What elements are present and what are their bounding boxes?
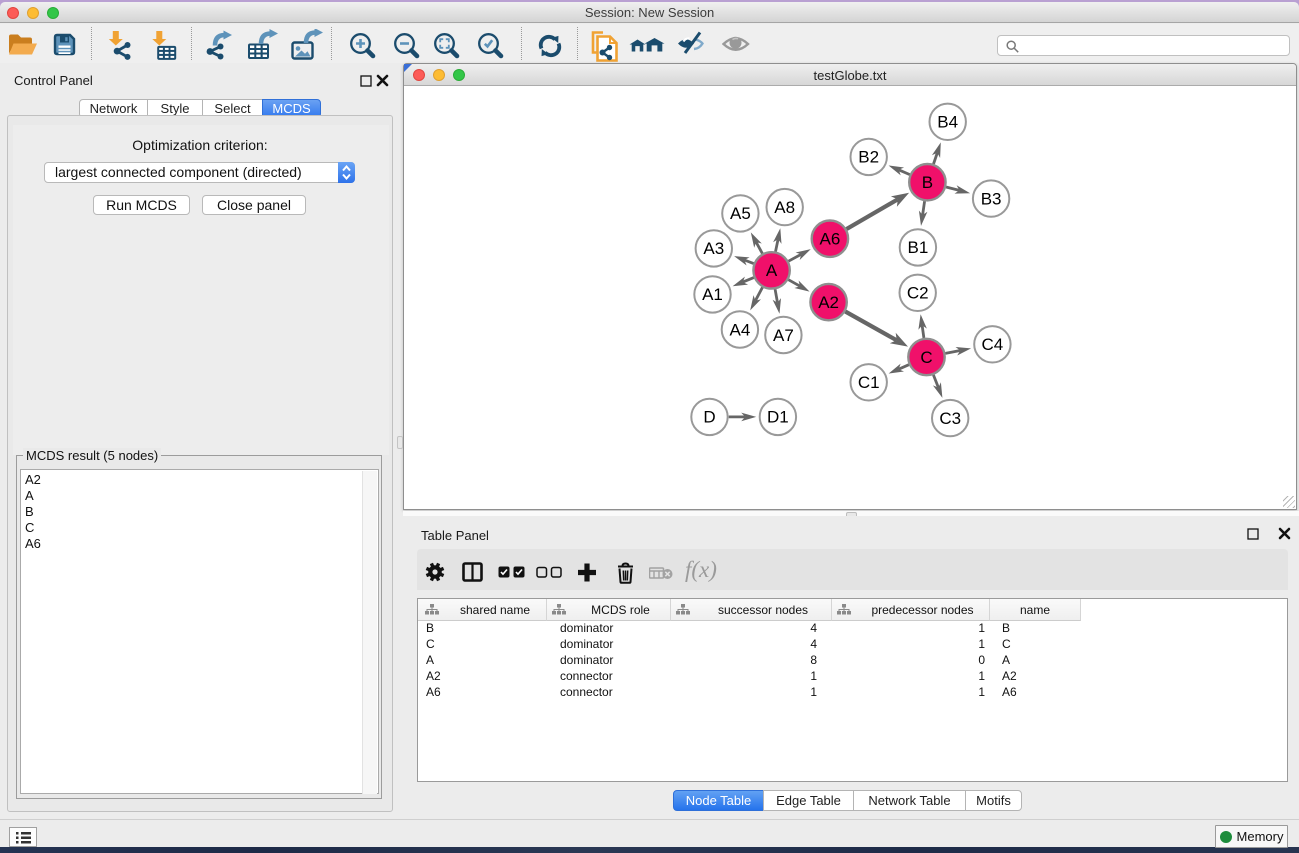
svg-text:A3: A3: [703, 239, 724, 258]
svg-text:A: A: [766, 261, 778, 280]
svg-text:B3: B3: [981, 189, 1002, 208]
svg-text:A1: A1: [702, 285, 723, 304]
svg-text:D: D: [703, 408, 715, 427]
svg-text:C: C: [920, 348, 932, 367]
svg-text:B2: B2: [858, 148, 879, 167]
svg-text:A7: A7: [773, 326, 794, 345]
svg-text:A5: A5: [730, 204, 751, 223]
svg-text:A6: A6: [820, 230, 841, 249]
svg-text:C3: C3: [939, 409, 961, 428]
svg-text:B4: B4: [937, 113, 958, 132]
svg-text:A8: A8: [774, 198, 795, 217]
svg-text:C1: C1: [858, 373, 880, 392]
svg-text:A2: A2: [818, 293, 839, 312]
svg-text:B1: B1: [908, 238, 929, 257]
svg-text:B: B: [922, 173, 933, 192]
svg-text:C4: C4: [982, 335, 1004, 354]
svg-text:D1: D1: [767, 408, 789, 427]
svg-text:A4: A4: [730, 320, 751, 339]
svg-text:C2: C2: [907, 284, 929, 303]
